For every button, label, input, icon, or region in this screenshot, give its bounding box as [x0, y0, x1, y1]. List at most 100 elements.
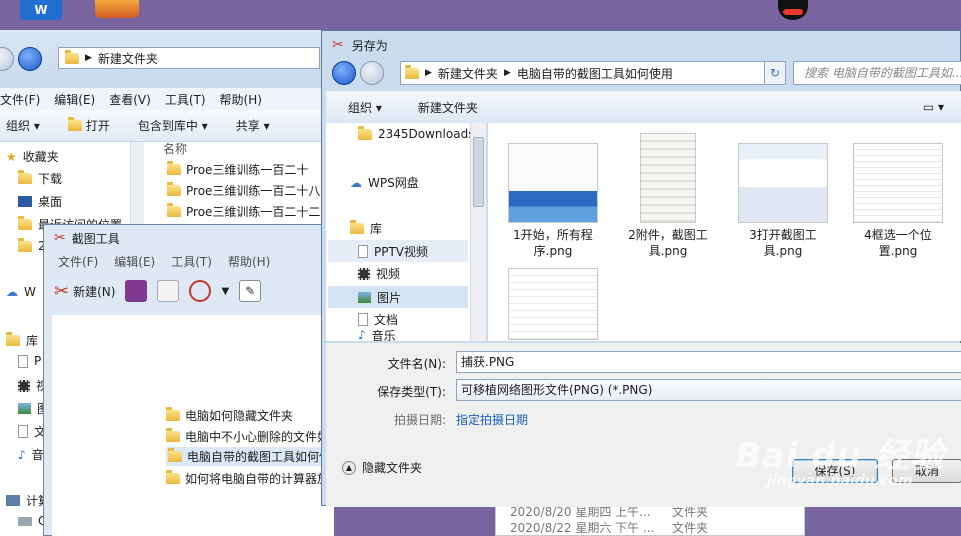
search-input[interactable]: 搜索 电脑自带的截图工具如...	[793, 61, 961, 85]
snip-menu-file[interactable]: 文件(F)	[58, 253, 98, 270]
snip-menu-help[interactable]: 帮助(H)	[228, 253, 270, 270]
forward-button[interactable]	[360, 61, 384, 85]
nav-favorites[interactable]: ★ 收藏夹	[6, 148, 59, 165]
organize-button[interactable]: 组织 ▾	[6, 117, 40, 134]
folder-icon	[167, 203, 181, 217]
send-dropdown-arrow-icon[interactable]: ▼	[221, 286, 229, 297]
save-snip-icon[interactable]	[125, 280, 148, 302]
cloud-icon: ☁	[350, 175, 362, 190]
dialog-title: 另存为	[351, 38, 388, 53]
new-snip-button[interactable]: ✂ 新建(N)	[54, 281, 115, 302]
file-thumbnail[interactable]	[508, 268, 598, 344]
nav-wps-drive[interactable]: ☁ WPS网盘	[350, 174, 419, 191]
menu-edit[interactable]: 编辑(E)	[54, 91, 95, 108]
file-thumbnail[interactable]: 2附件，截图工具.png	[623, 133, 713, 259]
nav-library[interactable]: 库	[6, 332, 38, 349]
folder-icon	[405, 64, 419, 79]
filename-input[interactable]: 捕获.PNG	[456, 351, 961, 373]
nav-documents[interactable]: 文档	[358, 311, 398, 328]
star-icon: ★	[6, 149, 17, 164]
send-snip-icon[interactable]	[189, 280, 212, 302]
nav-pptv[interactable]: PPTV视频	[328, 240, 468, 262]
explorer-address-area: ▶ 新建文件夹	[0, 30, 330, 88]
date-label: 拍摄日期:	[393, 413, 446, 427]
nav-scrollbar[interactable]	[470, 123, 486, 341]
file-row[interactable]: 电脑如何隐藏文件夹	[166, 407, 293, 424]
menu-help[interactable]: 帮助(H)	[220, 91, 262, 108]
hide-folders-toggle[interactable]: ▲ 隐藏文件夹	[342, 459, 422, 476]
nav-scrollbar-thumb[interactable]	[473, 137, 484, 207]
file-thumbnail[interactable]: 1开始，所有程序.png	[508, 143, 598, 259]
recent-icon	[18, 216, 32, 230]
refresh-icon[interactable]: ↻	[764, 61, 786, 85]
desktop-icon	[18, 196, 32, 207]
breadcrumb-arrow-icon: ▶	[425, 68, 432, 78]
breadcrumb-item[interactable]: 新建文件夹	[438, 65, 498, 82]
wps-desktop-icon[interactable]: W	[20, 0, 62, 20]
game-desktop-icon[interactable]	[95, 0, 139, 18]
filetype-select[interactable]: 可移植网络图形文件(PNG) (*.PNG)	[456, 379, 961, 401]
save-as-nav-pane: 2345Downloads ☁ WPS网盘 库 PPTV视频 视频 图片 文档 ♪…	[326, 123, 474, 341]
breadcrumb-item[interactable]: 电脑自带的截图工具如何使用	[517, 65, 673, 82]
image-thumbnail	[640, 133, 696, 223]
nav-wps[interactable]: ☁ W	[6, 285, 36, 299]
snip-toolbar: ✂ 新建(N) ▼ ✎	[44, 271, 332, 311]
pen-icon[interactable]: ✎	[239, 280, 262, 302]
copy-icon[interactable]	[157, 280, 180, 302]
nav-downloads[interactable]: 下载	[18, 170, 62, 187]
nav-library[interactable]: 库	[350, 220, 382, 237]
nav-pictures[interactable]: 图片	[328, 286, 468, 308]
file-row[interactable]: Proe三维训练一百二十	[167, 161, 308, 178]
nav-music[interactable]: ♪ 音	[18, 446, 44, 463]
nav-2345downloads[interactable]: 2345Downloads	[358, 125, 474, 141]
file-row[interactable]: Proe三维训练一百二十二	[167, 203, 320, 220]
menu-tools[interactable]: 工具(T)	[165, 91, 206, 108]
nav-music[interactable]: ♪ 音乐	[358, 329, 396, 341]
document-icon	[18, 425, 28, 438]
scissors-icon: ✂	[54, 230, 66, 246]
nav-2345[interactable]: 2	[18, 237, 46, 253]
nav-documents[interactable]: 文	[18, 423, 46, 440]
breadcrumb-arrow-icon: ▶	[85, 53, 92, 63]
nav-pptv[interactable]: P	[18, 354, 41, 368]
forward-button[interactable]	[18, 47, 42, 71]
file-thumbnail[interactable]: 4框选一个位置.png	[853, 143, 943, 259]
file-row[interactable]: 如何将电脑自带的计算器放	[166, 470, 329, 487]
organize-button[interactable]: 组织 ▾	[348, 99, 382, 116]
nav-video[interactable]: 视频	[358, 265, 400, 282]
nav-scrollbar[interactable]	[130, 142, 144, 236]
back-button[interactable]	[332, 61, 356, 85]
scissors-icon: ✂	[332, 37, 344, 53]
specify-date-link[interactable]: 指定拍摄日期	[456, 411, 528, 428]
file-row-selected[interactable]: 电脑自带的截图工具如何使	[166, 447, 334, 466]
menu-file[interactable]: 文件(F)	[0, 91, 40, 108]
view-options-icon[interactable]: ▭ ▾	[923, 100, 944, 114]
folder-icon	[166, 407, 180, 421]
file-row[interactable]: 电脑中不小心删除的文件如	[166, 428, 329, 445]
share-button[interactable]: 共享 ▾	[236, 117, 270, 134]
video-icon	[358, 267, 370, 280]
breadcrumb-item[interactable]: 新建文件夹	[98, 50, 158, 67]
nav-desktop[interactable]: 桌面	[18, 193, 62, 210]
save-as-titlebar: ✂ 另存为	[322, 31, 960, 59]
open-button[interactable]: 打开	[67, 117, 110, 134]
snip-menu-tools[interactable]: 工具(T)	[171, 253, 212, 270]
snip-titlebar: ✂ 截图工具	[44, 225, 332, 251]
file-row[interactable]: Proe三维训练一百二十八	[167, 182, 320, 199]
new-folder-button[interactable]: 新建文件夹	[418, 99, 478, 116]
file-thumbnail[interactable]: 3打开截图工具.png	[738, 143, 828, 259]
disk-icon	[18, 516, 32, 526]
save-as-address-bar[interactable]: ▶ 新建文件夹 ▶ 电脑自带的截图工具如何使用 ▼	[400, 61, 784, 85]
include-library-button[interactable]: 包含到库中 ▾	[138, 117, 208, 134]
pptv-icon	[18, 354, 28, 368]
pptv-icon	[358, 244, 368, 258]
back-button[interactable]	[0, 47, 14, 71]
qq-penguin-icon[interactable]	[778, 0, 808, 20]
column-header-name[interactable]: 名称	[163, 140, 187, 157]
folder-icon	[167, 161, 181, 175]
explorer-address-bar[interactable]: ▶ 新建文件夹	[58, 47, 320, 69]
snip-menu-edit[interactable]: 编辑(E)	[114, 253, 155, 270]
folder-icon	[166, 428, 180, 442]
menu-view[interactable]: 查看(V)	[109, 91, 151, 108]
list-item[interactable]: 2020/8/22 星期六 下午 ... 文件夹	[510, 519, 708, 536]
